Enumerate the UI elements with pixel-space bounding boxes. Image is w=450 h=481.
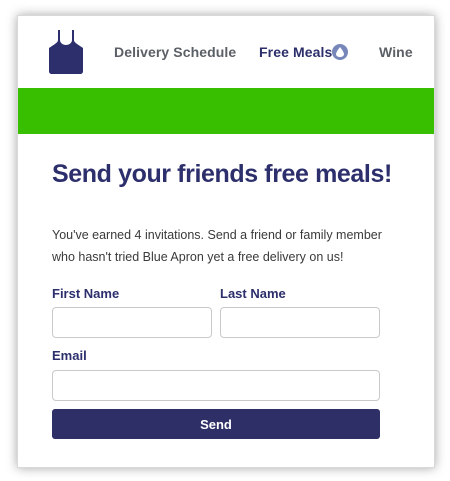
last-name-field[interactable] — [220, 307, 380, 338]
page-frame: Delivery Schedule Free Meals Wine Send y… — [17, 15, 435, 468]
free-meals-badge — [332, 44, 348, 60]
email-field[interactable] — [52, 370, 380, 401]
email-label: Email — [52, 348, 87, 363]
nav-free-meals[interactable]: Free Meals — [259, 44, 332, 60]
send-button[interactable]: Send — [52, 409, 380, 439]
page-title: Send your friends free meals! — [52, 160, 392, 188]
top-navigation: Delivery Schedule Free Meals Wine — [18, 16, 434, 88]
droplet-icon — [336, 47, 344, 57]
nav-delivery-schedule[interactable]: Delivery Schedule — [114, 44, 236, 60]
nav-wine[interactable]: Wine — [379, 44, 413, 60]
first-name-label: First Name — [52, 286, 120, 301]
first-name-field[interactable] — [52, 307, 212, 338]
apron-logo-icon[interactable] — [49, 29, 83, 74]
invitation-text: You've earned 4 invitations. Send a frie… — [52, 228, 382, 264]
last-name-label: Last Name — [220, 286, 286, 301]
promo-banner — [18, 88, 434, 134]
